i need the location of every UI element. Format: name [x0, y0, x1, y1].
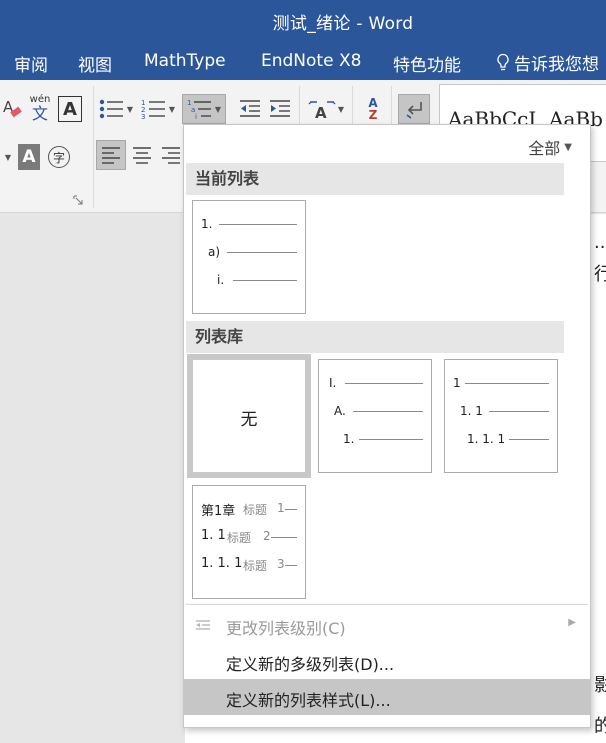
font-color-dropdown[interactable]: ▼	[0, 144, 14, 170]
define-new-list-style-menu-item[interactable]: 定义新的列表样式(L)...	[184, 679, 590, 715]
chinese-layout-icon: A	[308, 101, 336, 120]
change-list-level-label: 更改列表级别(C)	[226, 619, 346, 638]
list-level-row: 1. 1. 1	[445, 432, 557, 446]
align-center-icon	[133, 147, 151, 164]
list-filter-label: 全部	[528, 139, 561, 158]
increase-indent-button[interactable]	[266, 96, 294, 122]
enclose-characters-button[interactable]: 字	[48, 146, 70, 168]
list-level-row: A.	[319, 404, 431, 418]
list-level-row: 1. 1	[445, 404, 557, 418]
phonetic-guide-button[interactable]: wén 文	[28, 94, 52, 124]
tab-view[interactable]: 视图	[78, 51, 112, 76]
tab-review[interactable]: 审阅	[14, 51, 48, 76]
change-list-level-menu-item[interactable]: 更改列表级别(C) ▶	[184, 607, 590, 643]
font-dialog-launcher[interactable]	[72, 194, 84, 206]
ribbon-separator	[391, 86, 392, 126]
ribbon-separator	[352, 86, 353, 126]
ribbon-group-separator	[93, 86, 94, 208]
numbering-button[interactable]: 1 2 3 ▼	[140, 96, 176, 122]
align-left-icon	[102, 147, 120, 164]
ribbon-separator	[299, 86, 300, 126]
lightbulb-icon	[497, 53, 509, 70]
chevron-down-icon: ▼	[4, 152, 12, 162]
multilevel-list-dropdown: 全部 ▼ 当前列表 1. a) i. 列表库 无 I. A. 1. 1 1. 1…	[183, 124, 591, 728]
doc-text-fragment: 影	[594, 675, 606, 696]
list-library-heading-chapter-tile[interactable]: 第1章 标题 1 1. 1 标题 2 1. 1. 1 标题 3	[192, 485, 306, 599]
none-label: 无	[240, 410, 258, 430]
list-library-decimal-tile[interactable]: 1 1. 1 1. 1. 1	[444, 359, 558, 473]
increase-indent-icon	[270, 100, 290, 117]
tell-me-text: 告诉我您想	[514, 55, 599, 75]
list-level-row: i.	[193, 273, 305, 287]
change-list-level-icon	[196, 620, 210, 630]
tab-mathtype[interactable]: MathType	[144, 51, 226, 71]
menu-separator	[186, 604, 588, 605]
sort-icon-bottom: Z	[368, 108, 378, 122]
list-library-none-tile[interactable]: 无	[187, 354, 311, 478]
list-filter-dropdown[interactable]: 全部 ▼	[528, 135, 572, 159]
svg-text:i: i	[195, 113, 197, 120]
chevron-down-icon: ▼	[214, 104, 222, 114]
chevron-down-icon: ▼	[337, 104, 345, 114]
phonetic-guide-char: 文	[31, 104, 48, 123]
tab-endnote[interactable]: EndNote X8	[261, 51, 361, 71]
character-shading-button[interactable]: A	[18, 144, 40, 170]
align-right-button[interactable]	[158, 140, 184, 170]
chevron-down-icon: ▼	[126, 104, 134, 114]
doc-text-fragment: 行	[594, 264, 606, 285]
svg-text:A: A	[315, 104, 327, 120]
character-border-button[interactable]: A	[58, 96, 82, 122]
show-paragraph-marks-button[interactable]	[398, 94, 430, 124]
list-level-row: I.	[319, 376, 431, 390]
window-title: 测试_绪论 - Word	[272, 14, 414, 34]
svg-text:3: 3	[141, 113, 145, 120]
align-center-button[interactable]	[128, 140, 156, 170]
align-right-icon	[162, 147, 180, 164]
align-left-button[interactable]	[96, 140, 126, 170]
tell-me-search[interactable]: 告诉我您想	[496, 50, 599, 75]
dialog-launcher-icon	[73, 195, 83, 205]
chevron-down-icon: ▼	[564, 141, 572, 153]
ribbon-tab-bar: 审阅 视图 MathType EndNote X8 特色功能 告诉我您想	[0, 44, 606, 80]
chevron-right-icon: ▶	[568, 617, 576, 628]
tab-special-features[interactable]: 特色功能	[393, 51, 461, 76]
current-list-tile[interactable]: 1. a) i.	[192, 200, 306, 314]
multilevel-list-icon: 1 a i	[187, 99, 211, 120]
clear-formatting-button[interactable]: A	[2, 96, 24, 122]
list-library-heading: 列表库	[186, 321, 564, 353]
decrease-indent-icon	[240, 100, 260, 117]
doc-text-ellipsis: ...	[594, 232, 606, 253]
sort-button[interactable]: A Z	[360, 94, 386, 124]
bullet-list-icon	[99, 99, 123, 119]
list-level-row: 1.	[193, 217, 305, 231]
eraser-icon: A	[3, 98, 22, 118]
current-list-heading: 当前列表	[186, 163, 564, 195]
decrease-indent-button[interactable]	[236, 96, 264, 122]
define-new-list-style-label: 定义新的列表样式(L)...	[226, 691, 391, 710]
chinese-layout-button[interactable]: A ▼	[306, 96, 346, 122]
chevron-down-icon: ▼	[168, 104, 176, 114]
list-level-row: a)	[193, 245, 305, 259]
define-new-multilevel-list-label: 定义新的多级列表(D)...	[226, 655, 395, 674]
doc-text-fragment: 的	[594, 716, 606, 737]
define-new-multilevel-list-menu-item[interactable]: 定义新的多级列表(D)...	[184, 643, 590, 679]
list-level-row: 1.	[319, 432, 431, 446]
numbered-list-icon: 1 2 3	[141, 99, 165, 120]
paragraph-mark-icon	[406, 102, 422, 119]
bullets-button[interactable]: ▼	[98, 96, 134, 122]
title-bar: 测试_绪论 - Word	[0, 0, 606, 44]
list-level-row: 1	[445, 376, 557, 390]
list-library-roman-tile[interactable]: I. A. 1.	[318, 359, 432, 473]
multilevel-list-button[interactable]: 1 a i ▼	[182, 94, 226, 124]
